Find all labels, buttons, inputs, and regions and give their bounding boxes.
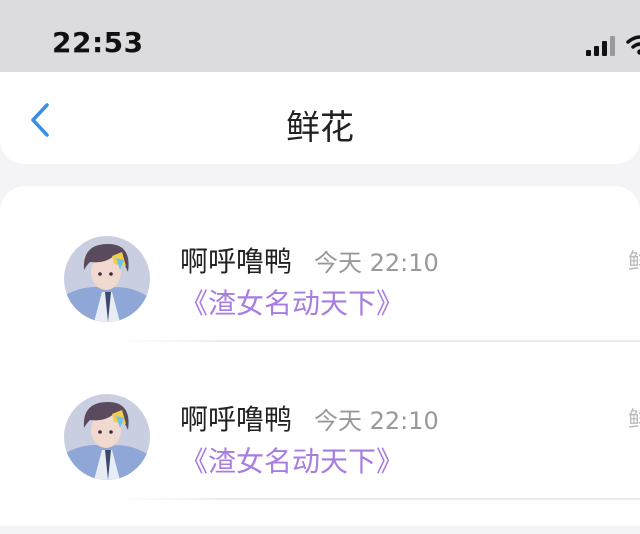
wifi-icon — [626, 35, 640, 55]
message-meta: 啊呼噜鸭 今天 22:10 — [180, 398, 439, 438]
divider — [120, 340, 640, 342]
message-timestamp: 今天 22:10 — [314, 249, 439, 277]
message-timestamp: 今天 22:10 — [314, 407, 439, 435]
list-item[interactable]: 啊呼噜鸭 今天 22:10 《渣女名动天下》 鲜 — [0, 384, 640, 534]
truncated-hint: 鲜 — [628, 408, 640, 433]
message-link[interactable]: 《渣女名动天下》 — [180, 440, 404, 480]
page-title: 鲜花 — [286, 108, 354, 148]
avatar[interactable] — [64, 394, 150, 480]
status-bar: 22:53 — [0, 0, 640, 72]
divider — [120, 498, 640, 500]
status-time: 22:53 — [52, 26, 144, 59]
message-link[interactable]: 《渣女名动天下》 — [180, 282, 404, 322]
avatar-image — [64, 236, 150, 322]
avatar-image — [64, 394, 150, 480]
truncated-hint: 鲜 — [628, 250, 640, 275]
message-meta: 啊呼噜鸭 今天 22:10 — [180, 240, 439, 280]
user-name[interactable]: 啊呼噜鸭 — [180, 403, 292, 436]
message-list: 啊呼噜鸭 今天 22:10 《渣女名动天下》 鲜 啊呼噜鸭 今天 22:10 《渣女… — [0, 186, 640, 526]
navigation-bar: 鲜花 — [0, 72, 640, 164]
user-name[interactable]: 啊呼噜鸭 — [180, 245, 292, 278]
signal-bars-icon — [586, 36, 620, 56]
list-item[interactable]: 啊呼噜鸭 今天 22:10 《渣女名动天下》 鲜 — [0, 226, 640, 376]
avatar[interactable] — [64, 236, 150, 322]
